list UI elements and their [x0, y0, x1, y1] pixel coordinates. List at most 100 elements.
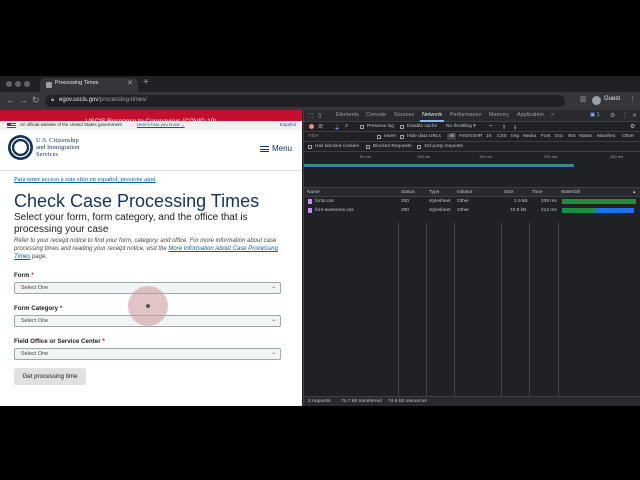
type-filter-wasm[interactable]: Wasm	[579, 134, 592, 139]
preserve-log-checkbox[interactable]	[360, 125, 364, 129]
tab-network[interactable]: Network	[422, 112, 442, 118]
spanish-link[interactable]: Para tener acceso a este sitio en españo…	[14, 176, 288, 183]
type-filter-ws[interactable]: WS	[568, 134, 576, 139]
wifi-icon[interactable]: ⌔	[488, 123, 494, 131]
type-filter-other[interactable]: Other	[622, 134, 634, 139]
hide-data-urls-label: Hide data URLs	[407, 134, 441, 139]
type-filter-font[interactable]: Font	[541, 134, 551, 139]
close-window-icon[interactable]	[6, 81, 12, 87]
tab-console[interactable]: Console	[366, 112, 386, 118]
device-toggle-icon[interactable]: ▯	[318, 112, 321, 119]
search-icon[interactable]: ⌕	[345, 123, 348, 130]
inspect-icon[interactable]: ⬚	[308, 112, 314, 119]
network-settings-icon[interactable]: ⚙	[630, 123, 635, 130]
type-filter-media[interactable]: Media	[523, 134, 536, 139]
form-label: Form *	[14, 272, 34, 279]
gov-banner-link[interactable]: Here's how you know ⌄	[137, 122, 185, 128]
new-tab-button[interactable]: +	[143, 77, 149, 88]
type-filter-doc[interactable]: Doc	[555, 134, 564, 139]
devtools-menu-icon[interactable]: ⋮	[622, 112, 628, 119]
table-row[interactable]: fonts.css 200 stylesheet Other 1.9 kB 23…	[304, 197, 640, 206]
web-page: USCIS Response to Coronavirus (COVID-19)…	[0, 110, 302, 406]
third-party-label: 3rd-party requests	[424, 144, 463, 149]
browser-toolbar: ← → ↻ 🔒︎ egov.uscis.gov/processing-times…	[0, 92, 640, 110]
filter-icon[interactable]: ⏚	[334, 123, 340, 132]
type-filter-css[interactable]: CSS	[497, 134, 507, 139]
covid-banner[interactable]: USCIS Response to Coronavirus (COVID-19)	[0, 110, 302, 125]
reload-icon[interactable]: ↻	[32, 95, 40, 106]
sort-icon[interactable]: ▴	[633, 190, 635, 195]
overview-bar-blue	[304, 165, 574, 167]
sidepanel-icon[interactable]: ▥	[580, 95, 587, 103]
language-link[interactable]: Español	[280, 122, 296, 127]
throttling-select[interactable]: No throttling ▾	[446, 124, 476, 129]
type-filter-js[interactable]: JS	[486, 134, 492, 139]
site-header: U.S. Citizenship and Immigration Service…	[0, 130, 302, 171]
tab-strip: Processing Times ✕ +	[0, 76, 640, 92]
more-menu-icon[interactable]: ⋮	[629, 95, 636, 103]
address-bar[interactable]: 🔒︎ egov.uscis.gov/processing-times/	[45, 95, 565, 107]
hide-data-urls-checkbox[interactable]	[400, 135, 404, 139]
col-waterfall[interactable]: Waterfall	[561, 190, 580, 195]
col-time[interactable]: Time	[532, 190, 542, 195]
col-size[interactable]: Size	[504, 190, 513, 195]
hamburger-icon	[259, 145, 269, 152]
mouse-cursor-icon	[146, 304, 150, 308]
blocked-requests-checkbox[interactable]	[366, 145, 370, 149]
chevron-down-icon: ⌄	[271, 350, 276, 356]
maximize-window-icon[interactable]	[24, 81, 30, 87]
tab-elements[interactable]: Elements	[336, 112, 359, 118]
tab-performance[interactable]: Performance	[450, 112, 482, 118]
page-subtitle: Select your form, form category, and the…	[14, 212, 248, 235]
type-filter-all[interactable]: All	[447, 133, 457, 140]
overview-tick: 150 ms	[479, 154, 493, 159]
record-icon[interactable]	[309, 124, 314, 129]
profile-avatar-icon[interactable]	[592, 96, 601, 105]
office-select[interactable]: Select One ⌄	[14, 348, 281, 360]
clear-icon[interactable]: ⊘	[318, 123, 323, 130]
overview-tick: 50 ms	[360, 154, 371, 159]
filter-options-row: Has blocked cookies Blocked Requests 3rd…	[304, 142, 640, 152]
browser-tab[interactable]: Processing Times ✕	[40, 78, 138, 92]
disable-cache-label: Disable cache	[407, 124, 438, 129]
invert-checkbox[interactable]	[377, 135, 381, 139]
request-name[interactable]: font-awesome.css	[315, 208, 354, 213]
menu-button[interactable]: Menu	[259, 144, 292, 153]
col-name[interactable]: Name	[307, 190, 320, 195]
get-processing-time-button[interactable]: Get processing time	[14, 368, 86, 385]
devtools-close-icon[interactable]: ✕	[632, 112, 637, 119]
col-initiator[interactable]: Initiator	[457, 190, 473, 195]
issues-badge[interactable]: ▣ 1	[590, 112, 600, 118]
column-divider	[426, 222, 427, 406]
network-overview[interactable]: 50 ms 100 ms 150 ms 200 ms 250 ms	[304, 152, 640, 188]
network-toolbar: ⊘ ⏚ ⌕ Preserve log Disable cache No thro…	[304, 122, 640, 132]
back-icon[interactable]: ←	[6, 95, 15, 105]
gov-banner: An official website of the United States…	[0, 121, 302, 130]
tab-close-icon[interactable]: ✕	[127, 79, 133, 87]
col-status[interactable]: Status	[401, 190, 415, 195]
disable-cache-checkbox[interactable]	[400, 125, 404, 129]
profile-label[interactable]: Guest	[604, 96, 620, 102]
forward-icon[interactable]: →	[19, 95, 28, 105]
type-filter-img[interactable]: Img	[511, 134, 519, 139]
request-name[interactable]: fonts.css	[315, 199, 334, 204]
table-row[interactable]: font-awesome.css 200 stylesheet Other 72…	[304, 206, 640, 215]
dhs-seal-icon[interactable]	[8, 135, 33, 160]
more-tabs-button[interactable]: »	[551, 112, 554, 118]
tab-application[interactable]: Application	[517, 112, 544, 118]
form-category-select-value: Select One	[21, 318, 49, 324]
request-initiator: Other	[457, 208, 469, 213]
minimize-window-icon[interactable]	[15, 81, 21, 87]
filter-input[interactable]: Filter	[308, 134, 319, 139]
third-party-checkbox[interactable]	[417, 145, 421, 149]
type-filter-manifest[interactable]: Manifest	[597, 134, 615, 139]
preserve-log-label: Preserve log	[367, 124, 394, 129]
tab-title: Processing Times	[55, 80, 99, 86]
blocked-cookies-checkbox[interactable]	[308, 145, 312, 149]
col-type[interactable]: Type	[429, 190, 439, 195]
tab-sources[interactable]: Sources	[394, 112, 414, 118]
agency-name[interactable]: U.S. Citizenship and Immigration Service…	[36, 137, 80, 158]
settings-gear-icon[interactable]: ⚙	[610, 112, 615, 119]
type-filter-fetch[interactable]: Fetch/XHR	[459, 134, 482, 139]
tab-memory[interactable]: Memory	[489, 112, 509, 118]
